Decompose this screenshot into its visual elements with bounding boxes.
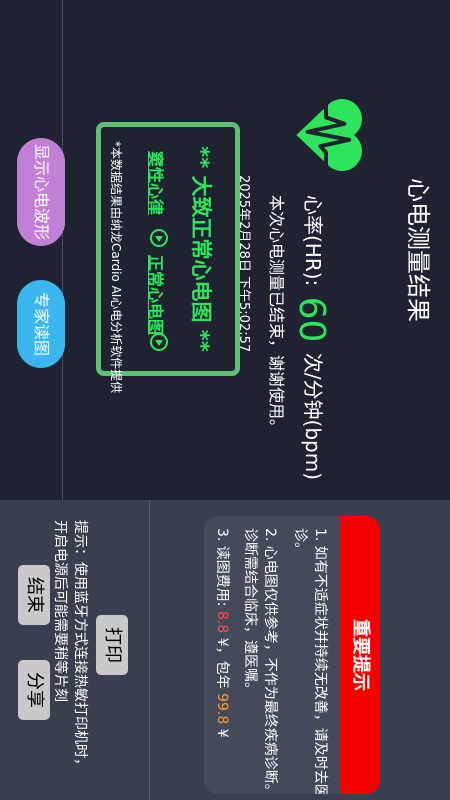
play-icon[interactable]: [150, 333, 168, 351]
notice-item: 诊断需结合临床，遵医嘱。: [242, 528, 258, 696]
fee-single: 8.8: [214, 610, 230, 634]
divider: [62, 0, 63, 500]
print-button[interactable]: 打印: [96, 615, 128, 675]
divider: [149, 500, 150, 800]
heart-rate-value: 60: [291, 296, 332, 343]
fee-prefix: 3. 读图费用:: [214, 528, 230, 607]
heart-rate-unit: 次/分钟(bpm): [301, 352, 325, 481]
show-waveform-button[interactable]: 显示心电波形: [17, 138, 65, 246]
notice-header: 重要提示: [340, 516, 380, 794]
tag-sinus-rhythm[interactable]: 窦性心律: [145, 151, 169, 215]
diagnosis-text: ** 大致正常心电图 **: [189, 146, 213, 352]
expert-reading-button[interactable]: 专家读图: [17, 280, 65, 368]
heart-icon: [296, 99, 362, 171]
notice-item: 1. 如有不适症状并持续无改善，请及时去医院就: [312, 528, 328, 794]
result-panel: 心电测量结果 心率(HR): 60 次/分钟(bpm) 本次心电测量已结束，谢谢…: [0, 0, 450, 500]
share-button[interactable]: 分享: [18, 660, 50, 720]
tip-text: 提示：使用蓝牙方式连接热敏打印机时， 开启电源后可能需要稍等片刻: [50, 520, 90, 772]
landscape-screen: 心电测量结果 心率(HR): 60 次/分钟(bpm) 本次心电测量已结束，谢谢…: [0, 0, 450, 800]
heart-rate: 心率(HR): 60 次/分钟(bpm): [291, 195, 332, 480]
fee-annual: 99.8: [214, 693, 230, 725]
fee-suffix: ¥: [214, 728, 230, 738]
page-title: 心电测量结果: [404, 178, 432, 322]
heart-rate-label: 心率(HR):: [301, 195, 325, 287]
footnote: *本数据结果由纳龙Cardio AI心电分析软件提供: [109, 141, 123, 394]
notice-item: 2. 心电图仅供参考，不作为最终疾病诊断。疾病: [262, 528, 278, 794]
fee-mid: ¥，包年: [214, 637, 230, 689]
tip-line: 提示：使用蓝牙方式连接热敏打印机时，: [72, 520, 88, 772]
play-icon[interactable]: [150, 229, 168, 247]
important-notice-card: 重要提示 1. 如有不适症状并持续无改善，请及时去医院就 诊。 2. 心电图仅供…: [204, 516, 380, 794]
done-message: 本次心电测量已结束，谢谢使用。: [267, 195, 286, 436]
result-box: ** 大致正常心电图 ** 窦性心律 正常心电图 *本数据结果由纳龙Cardio…: [96, 122, 240, 393]
end-button[interactable]: 结束: [18, 565, 50, 625]
tag-normal-ecg[interactable]: 正常心电图: [145, 255, 169, 335]
notice-panel: 重要提示 1. 如有不适症状并持续无改善，请及时去医院就 诊。 2. 心电图仅供…: [0, 500, 450, 800]
notice-item: 诊。: [292, 528, 308, 556]
tip-line: 开启电源后可能需要稍等片刻: [52, 520, 68, 702]
notice-item-fee: 3. 读图费用: 8.8 ¥，包年 99.8 ¥: [212, 528, 232, 738]
